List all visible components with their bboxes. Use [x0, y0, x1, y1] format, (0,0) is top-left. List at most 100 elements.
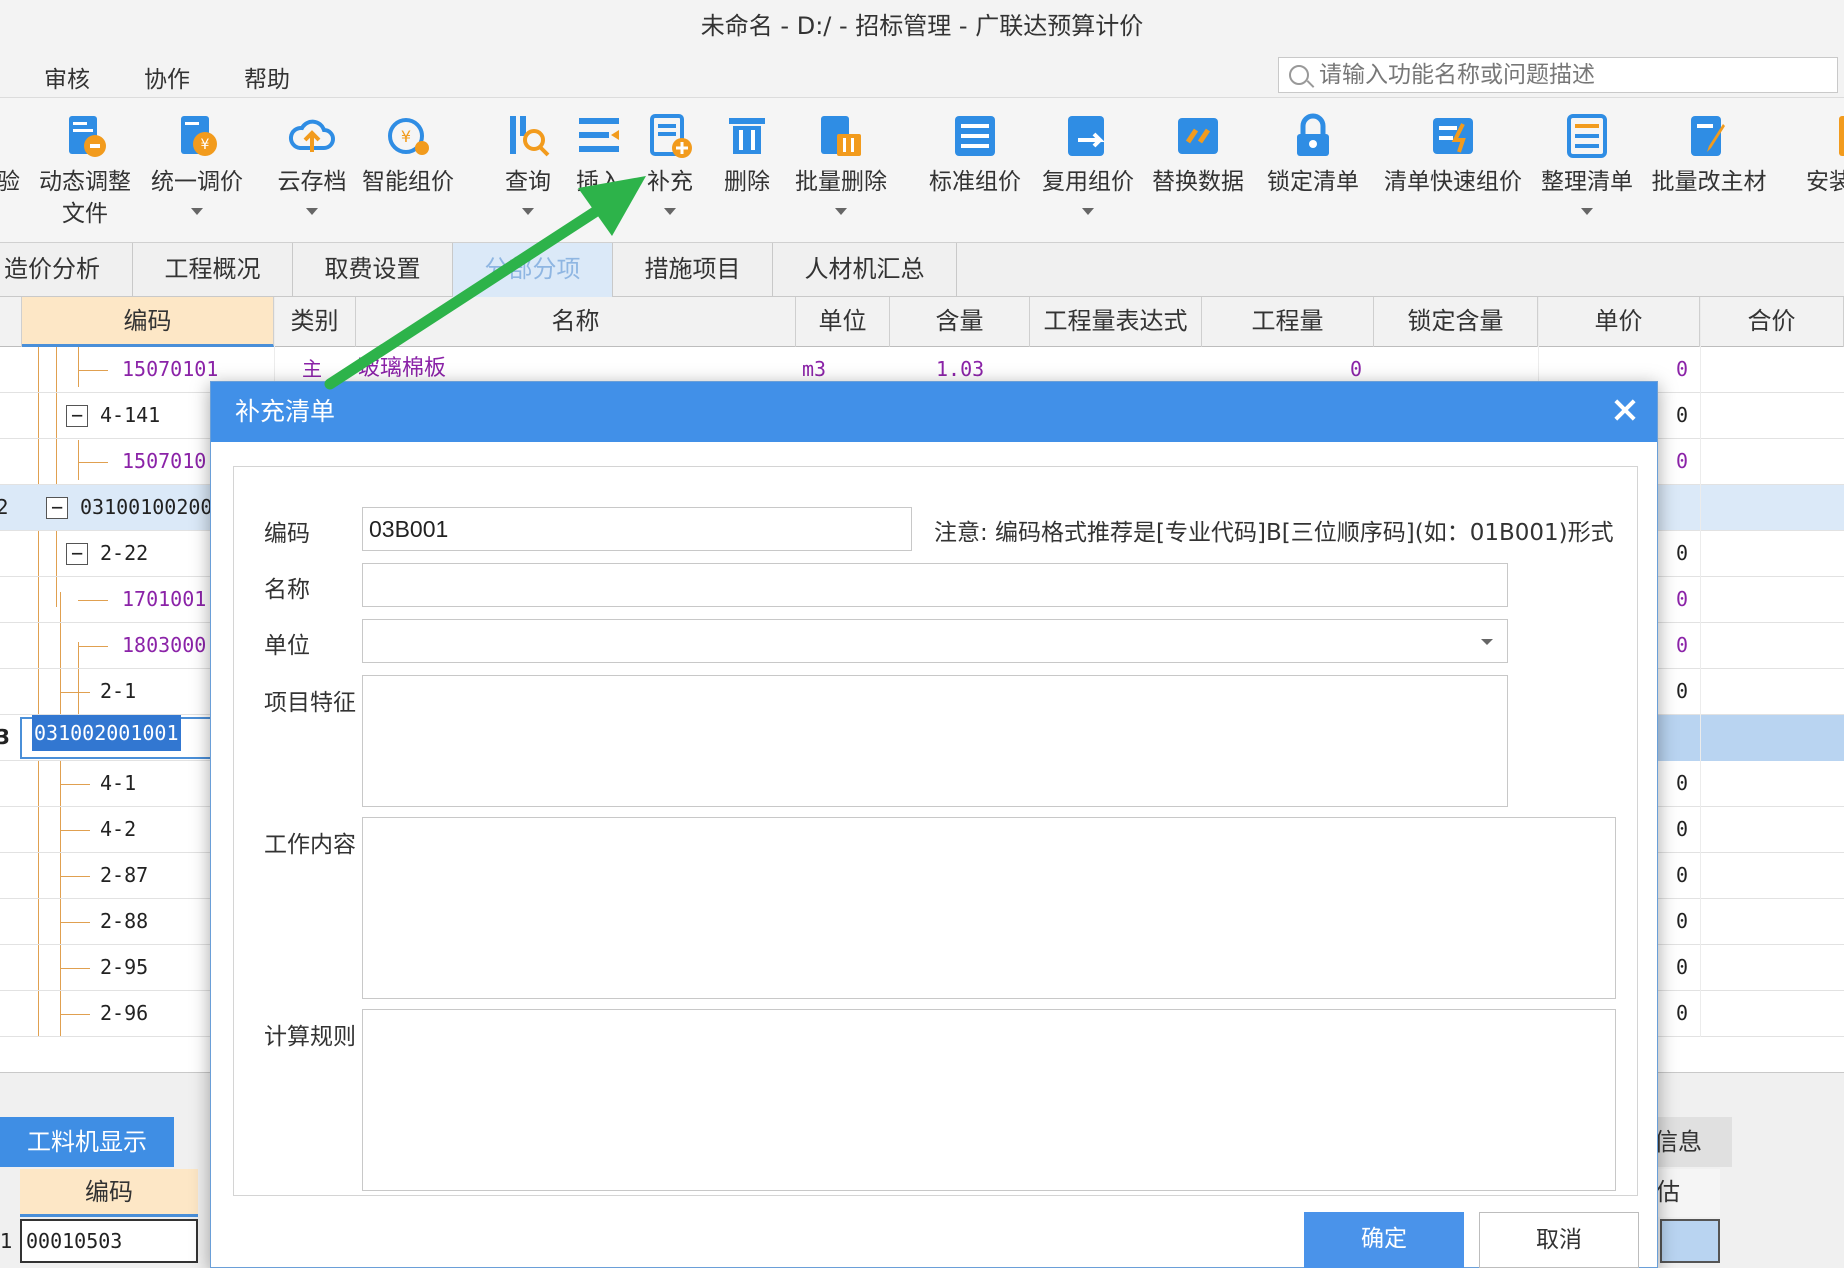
calc-rule-textarea[interactable]: [362, 1009, 1616, 1191]
insert-button[interactable]: 插入: [566, 98, 632, 243]
chevron-down-icon[interactable]: [1082, 208, 1094, 215]
function-search-input[interactable]: 请输入功能名称或问题描述: [1278, 57, 1838, 93]
row-code: 1701001: [122, 587, 207, 611]
row-number: 3: [0, 725, 10, 749]
chevron-down-icon[interactable]: [522, 208, 534, 215]
chevron-down-icon[interactable]: [306, 208, 318, 215]
toolbar-button-label: 补充: [647, 169, 693, 195]
toolbar-button-label: 动态调整: [39, 169, 131, 195]
grid-header-quantity-expression[interactable]: 工程量表达式: [1030, 297, 1202, 347]
tab-labor-material-summary[interactable]: 人材机汇总: [773, 243, 957, 297]
cloud-archive-button[interactable]: 云存档: [268, 98, 356, 243]
grid-header-name[interactable]: 名称: [356, 297, 796, 347]
toolbar-button-label: 查询: [505, 169, 551, 195]
grid-header-content[interactable]: 含量: [890, 297, 1030, 347]
chevron-down-icon[interactable]: [191, 208, 203, 215]
install-button[interactable]: 安装: [1800, 98, 1844, 243]
chevron-down-icon[interactable]: [835, 208, 847, 215]
standard-price-icon: [955, 116, 995, 156]
code-format-note: 注意: 编码格式推荐是[专业代码]B[三位顺序码](如：01B001)形式: [934, 520, 1614, 546]
dynamic-adjust-button[interactable]: 动态调整 文件: [30, 98, 140, 243]
tree-guide-line: [60, 968, 90, 969]
search-placeholder: 请输入功能名称或问题描述: [1319, 62, 1595, 88]
chevron-down-icon[interactable]: [1581, 208, 1593, 215]
tree-guide-line: [78, 370, 108, 371]
feature-textarea[interactable]: [362, 675, 1508, 807]
batch-edit-icon: [1691, 116, 1725, 156]
menu-item-help[interactable]: 帮助: [244, 60, 290, 94]
tab-fee-settings[interactable]: 取费设置: [293, 243, 453, 297]
replace-data-icon: [1178, 118, 1218, 154]
tree-guide-line: [78, 462, 108, 463]
replace-data-button[interactable]: 替换数据: [1144, 98, 1252, 243]
detail-code-cell[interactable]: 00010503: [20, 1219, 198, 1263]
menu-item-collaborate[interactable]: 协作: [144, 60, 190, 94]
work-content-textarea[interactable]: [362, 817, 1616, 999]
row-code: 1803000: [122, 633, 207, 657]
query-button[interactable]: 查询: [490, 98, 566, 243]
chevron-down-icon[interactable]: [664, 208, 676, 215]
tab-measures[interactable]: 措施项目: [613, 243, 773, 297]
calc-rule-label: 计算规则: [264, 1024, 356, 1050]
grid-header: 编码 类别 名称 单位 含量 工程量表达式 工程量 锁定含量 单价 合价: [0, 297, 1844, 347]
unit-select[interactable]: [362, 619, 1508, 663]
grid-header-quantity[interactable]: 工程量: [1202, 297, 1374, 347]
code-edit-cell[interactable]: 031002001001: [20, 715, 220, 759]
grid-header-code[interactable]: 编码: [22, 297, 274, 347]
insert-icon: [579, 118, 619, 152]
batch-edit-material-button[interactable]: 批量改主材: [1646, 98, 1772, 243]
window-title-bar: 未命名 - D:/ - 招标管理 - 广联达预算计价: [0, 0, 1844, 52]
tab-cost-analysis[interactable]: 造价分析: [0, 243, 133, 297]
ok-button[interactable]: 确定: [1304, 1212, 1464, 1268]
grid-header-unit[interactable]: 单位: [796, 297, 890, 347]
row-code: 4-2: [100, 817, 137, 841]
reuse-price-icon: [1068, 116, 1105, 156]
collapse-toggle[interactable]: −: [66, 543, 88, 565]
tab-labor-material-display[interactable]: 工料机显示: [0, 1117, 174, 1167]
row-code: 4-141: [100, 403, 161, 427]
toolbar-button-label: 复用组价: [1042, 169, 1134, 195]
detail-selected-cell[interactable]: [1660, 1219, 1720, 1263]
row-code: 2-95: [100, 955, 149, 979]
grid-header-type[interactable]: 类别: [274, 297, 356, 347]
grid-column-divider: [1700, 297, 1701, 1037]
close-icon[interactable]: [1609, 394, 1641, 426]
quick-price-button[interactable]: 清单快速组价: [1378, 98, 1528, 243]
collapse-toggle[interactable]: −: [46, 497, 68, 519]
batch-delete-button[interactable]: 批量删除: [786, 98, 896, 243]
toolbar-button-label: 整理清单: [1541, 169, 1633, 195]
supplement-button[interactable]: 补充: [632, 98, 708, 243]
unify-price-button[interactable]: ¥ 统一调价: [142, 98, 252, 243]
standard-price-button[interactable]: 标准组价: [920, 98, 1030, 243]
reuse-price-button[interactable]: 复用组价: [1034, 98, 1142, 243]
lock-list-button[interactable]: 锁定清单: [1260, 98, 1366, 243]
work-content-label: 工作内容: [264, 832, 356, 858]
dialog-title: 补充清单: [235, 397, 336, 426]
tree-guide-line: [60, 922, 90, 923]
toolbar-button-check[interactable]: 验: [0, 98, 20, 243]
row-code: 2-88: [100, 909, 149, 933]
smart-price-button[interactable]: ¥ 智能组价: [358, 98, 458, 243]
row-code: 2-87: [100, 863, 149, 887]
menu-bar: 审核 协作 帮助 请输入功能名称或问题描述: [0, 52, 1844, 98]
menu-item-review[interactable]: 审核: [44, 60, 90, 94]
unify-price-icon: ¥: [181, 116, 217, 156]
code-input[interactable]: 03B001: [362, 507, 912, 551]
window-title: 未命名 - D:/ - 招标管理 - 广联达预算计价: [700, 12, 1144, 40]
cloud-upload-icon: [289, 119, 335, 152]
cancel-button[interactable]: 取消: [1479, 1212, 1639, 1268]
detail-header-code[interactable]: 编码: [20, 1169, 198, 1217]
grid-header-unit-price[interactable]: 单价: [1538, 297, 1700, 347]
grid-header-total-price[interactable]: 合价: [1700, 297, 1844, 347]
delete-button[interactable]: 删除: [712, 98, 782, 243]
tab-sub-items[interactable]: 分部分项: [453, 243, 613, 297]
chevron-down-icon[interactable]: [1481, 639, 1493, 645]
collapse-toggle[interactable]: −: [66, 405, 88, 427]
toolbar-button-label: 锁定清单: [1267, 169, 1359, 195]
name-input[interactable]: [362, 563, 1508, 607]
tree-guide-line: [60, 830, 90, 831]
name-label: 名称: [264, 577, 310, 603]
grid-header-locked-content[interactable]: 锁定含量: [1374, 297, 1538, 347]
tab-project-overview[interactable]: 工程概况: [133, 243, 293, 297]
organize-list-button[interactable]: 整理清单: [1532, 98, 1642, 243]
